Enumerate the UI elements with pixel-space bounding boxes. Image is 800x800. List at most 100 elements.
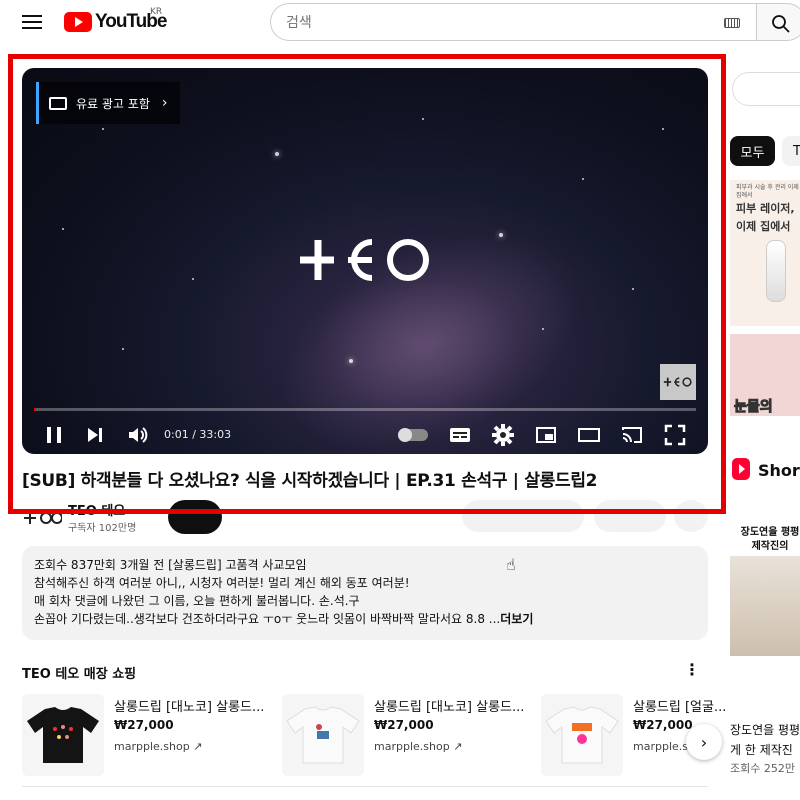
ad-headline: 이제 집에서 [736,220,791,233]
channel-avatar[interactable] [22,504,62,524]
hand-cursor-icon: ☝ [506,555,516,574]
sidebar-video-thumbnail[interactable]: 눈물의 [730,334,800,416]
channel-watermark[interactable] [660,364,696,400]
description-meta: 조회수 837만회 3개월 전 [살롱드립] 고품격 사교모임 [34,558,307,572]
galaxy-background [246,189,618,454]
ad-headline: 피부 레이저, [736,202,795,215]
player-controls: 0:01 / 33:03 [22,418,708,452]
video-player[interactable]: 유료 광고 포함 › 0:01 / 33:03 [22,68,708,454]
channel-name[interactable]: TEO 테오 [68,500,125,519]
short-title[interactable]: 장도연을 평평 게 한 제작진 [730,720,800,760]
product-price: ₩27,000 [114,718,174,732]
short-thumbnail-image [730,556,800,656]
star [192,278,194,280]
short-view-count: 조회수 252만 [730,762,795,775]
product-name: 살롱드립 [대노코] 살롱드... [114,700,265,715]
show-more-link[interactable]: 더보기 [500,612,533,626]
search-icon [772,15,790,33]
search-input[interactable] [286,12,706,34]
product-thumbnail [541,694,623,776]
chip-all[interactable]: 모두 [730,136,775,166]
kebab-menu-icon[interactable]: ⋮ [684,660,700,679]
autoplay-toggle[interactable] [398,428,428,442]
star [499,233,503,237]
product-card[interactable]: 살롱드립 [대노코] 살롱드... ₩27,000 marpple.shop ↗ [282,694,532,784]
product-price: ₩27,000 [633,718,693,732]
subscriber-count: 구독자 102만명 [68,523,137,534]
star [62,228,64,230]
youtube-play-icon [64,12,92,32]
star [662,128,664,130]
next-icon[interactable] [83,423,107,447]
product-name: 살롱드립 [대노코] 살롱드... [374,700,525,715]
search-box [270,3,756,41]
product-price: ₩27,000 [374,718,434,732]
black-tshirt-icon [27,707,99,763]
external-link-icon: ↗ [453,740,463,753]
product-thumbnail [22,694,104,776]
short-thumb-title: 제작진의 [751,541,789,552]
product-name: 살롱드립 [얼굴... [633,700,727,715]
search-button[interactable] [756,3,800,41]
thumbnail-text: 눈물의 [734,399,774,416]
teo-brand-logo [300,239,429,281]
more-actions-button[interactable] [674,500,708,532]
video-title: [SUB] 하객분들 다 오셨나요? 식을 시작하겠습니다 | EP.31 손석… [22,471,598,491]
pause-icon[interactable] [42,423,66,447]
subtitles-icon[interactable] [448,423,472,447]
star [542,328,544,330]
top-bar: YouTube KR [0,0,800,44]
shelf-next-button[interactable]: › [686,724,722,760]
cast-icon[interactable] [620,423,644,447]
product-store: marpple.shop ↗ [114,740,203,753]
shorts-icon [732,458,750,480]
shopping-shelf-title: TEO 테오 매장 쇼핑 [22,667,137,682]
subscribe-button[interactable] [168,500,222,534]
beauty-device-image [766,240,786,302]
like-button[interactable] [462,500,584,532]
miniplayer-icon[interactable] [534,423,558,447]
hamburger-menu-icon[interactable] [20,12,44,32]
settings-gear-icon[interactable] [491,423,515,447]
description-line: 참석해주신 하객 여러분 아니,, 시청자 여러분! 멀리 계신 해외 동포 여… [34,576,410,590]
shorts-section-title: Short [758,461,800,480]
external-link-icon: ↗ [193,740,203,753]
youtube-logo[interactable]: YouTube KR [64,7,167,33]
star [422,118,424,120]
volume-icon[interactable] [126,423,150,447]
star [122,348,124,350]
sidebar-ad[interactable]: 피부과 시술 후 관리 이제 집에서 피부 레이저, 이제 집에서 [730,180,800,326]
divider [22,786,708,787]
description-box[interactable]: 조회수 837만회 3개월 전 [살롱드립] 고품격 사교모임 참석해주신 하객… [22,546,708,640]
star [632,288,634,290]
progress-bar[interactable] [34,408,696,411]
teo-watermark-icon [663,377,692,387]
star [102,128,104,130]
product-thumbnail [282,694,364,776]
share-button[interactable] [594,500,666,532]
theater-mode-icon[interactable] [577,423,601,447]
short-thumb-title: 장도연을 평평 [740,527,800,538]
paid-promotion-chip[interactable]: 유료 광고 포함 › [36,82,180,124]
white-tshirt-icon [545,706,619,764]
paid-promotion-icon [49,96,67,110]
logo-region: KR [150,7,163,17]
chip-next[interactable]: T [782,136,800,166]
description-line: 손꼽아 기다렸는데..생각보다 건조하더라구요 ㅜoㅜ 웃느라 잇몸이 바짝바짝… [34,612,501,626]
star [275,152,279,156]
white-tshirt-icon [286,706,360,764]
product-card[interactable]: 살롱드립 [대노코] 살롱드... ₩27,000 marpple.shop ↗ [22,694,272,784]
star [582,178,584,180]
keyboard-icon[interactable] [724,18,740,28]
shorts-card[interactable]: 장도연을 평평 제작진의 [730,522,800,708]
fullscreen-icon[interactable] [663,423,687,447]
time-display: 0:01 / 33:03 [164,428,232,441]
product-store: marpple.shop ↗ [374,740,463,753]
description-line: 매 회차 댓글에 나왔던 그 이름, 오늘 편하게 불러봅니다. 손.석.구 [34,594,360,608]
ad-small-text: 피부과 시술 후 관리 이제 집에서 [736,184,799,199]
chevron-right-icon: › [161,95,168,111]
star [349,359,353,363]
sidebar-search-field[interactable] [732,72,800,106]
ad-label: 유료 광고 포함 [76,96,150,111]
progress-fill [34,408,36,411]
